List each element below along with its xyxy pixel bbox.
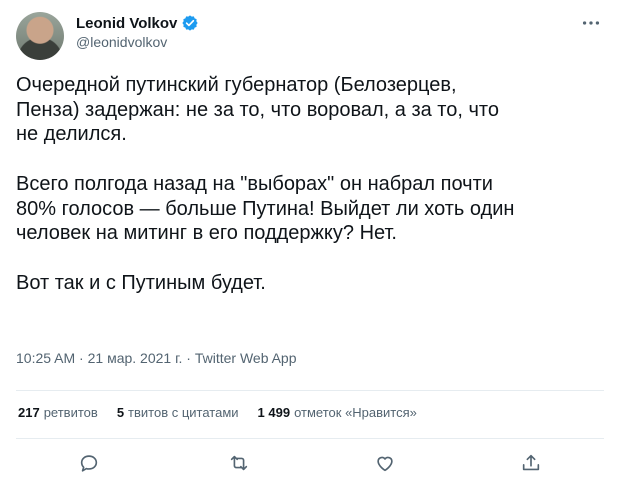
tweet-actions [0,452,620,482]
likes-stat[interactable]: 1 499 отметок «Нравится» [258,405,417,420]
quotes-label: твитов с цитатами [128,405,239,420]
tweet-date[interactable]: 21 мар. 2021 г. [88,350,183,366]
author-display-name[interactable]: Leonid Volkov [76,15,177,32]
retweets-count: 217 [18,405,40,420]
author-name-row: Leonid Volkov [76,14,199,32]
retweet-icon[interactable] [228,452,254,478]
like-icon[interactable] [374,452,400,478]
more-options-icon[interactable] [580,12,602,39]
meta-separator: · [182,350,195,366]
reply-icon[interactable] [78,452,104,478]
quotes-count: 5 [116,405,125,420]
likes-label: отметок «Нравится» [294,405,417,420]
tweet-time[interactable]: 10:25 AM [16,350,75,366]
tweet-meta: 10:25 AM · 21 мар. 2021 г. · Twitter Web… [16,350,297,366]
meta-separator: · [75,350,88,366]
avatar[interactable] [16,12,64,60]
tweet-paragraph: Вот так и с Путиным будет. [16,271,266,294]
share-icon[interactable] [520,452,546,478]
retweets-stat[interactable]: 217 ретвитов [18,405,98,420]
tweet-source[interactable]: Twitter Web App [195,350,297,366]
divider [16,390,604,391]
author-handle[interactable]: @leonidvolkov [76,34,167,50]
retweets-label: ретвитов [43,405,98,420]
tweet-paragraph: Всего полгода назад на "выборах" он набр… [16,172,515,245]
verified-badge-icon [181,14,199,32]
tweet-card: Leonid Volkov @leonidvolkov Очередной пу… [0,0,620,490]
tweet-paragraph: Очередной путинский губернатор (Белозерц… [16,74,499,146]
likes-count: 1 499 [257,405,291,420]
tweet-text: Очередной путинский губернатор (Белозерц… [16,73,596,320]
divider [16,438,604,439]
tweet-stats: 217 ретвитов 5 твитов с цитатами 1 499 отме… [18,405,417,420]
quotes-stat[interactable]: 5 твитов с цитатами [117,405,239,420]
